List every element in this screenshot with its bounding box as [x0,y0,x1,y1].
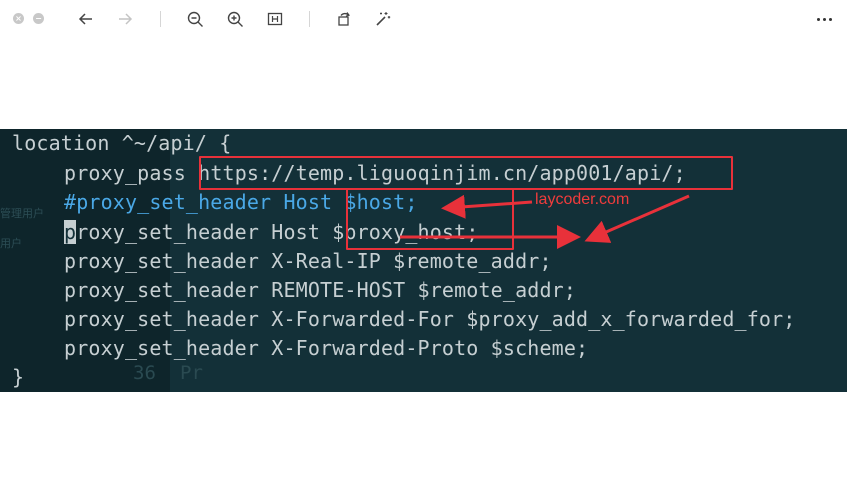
screenshot-image: 管理用户 用户 36 Pr location ^~/api/ { proxy_p… [0,129,847,392]
close-icon[interactable]: × [13,13,24,24]
zoom-out-icon[interactable] [185,9,205,29]
zoom-in-icon[interactable] [225,9,245,29]
rotate-icon[interactable] [334,9,354,29]
toolbar-separator [309,11,310,27]
annotation-arrows [400,194,690,249]
back-arrow-icon[interactable] [76,9,96,29]
magic-wand-icon[interactable] [373,9,393,29]
arrow-to-host [441,194,533,219]
more-icon[interactable] [814,9,834,29]
forward-arrow-icon[interactable] [115,9,135,29]
fit-size-icon[interactable] [265,9,285,29]
toolbar: × − [0,0,847,38]
toolbar-separator [160,11,161,27]
arrow-to-proxy-host [584,194,690,243]
image-viewer-window: × − 管理用户 用户 36 Pr location ^~/api/ {pro… [0,0,847,484]
minimize-icon[interactable]: − [33,13,44,24]
